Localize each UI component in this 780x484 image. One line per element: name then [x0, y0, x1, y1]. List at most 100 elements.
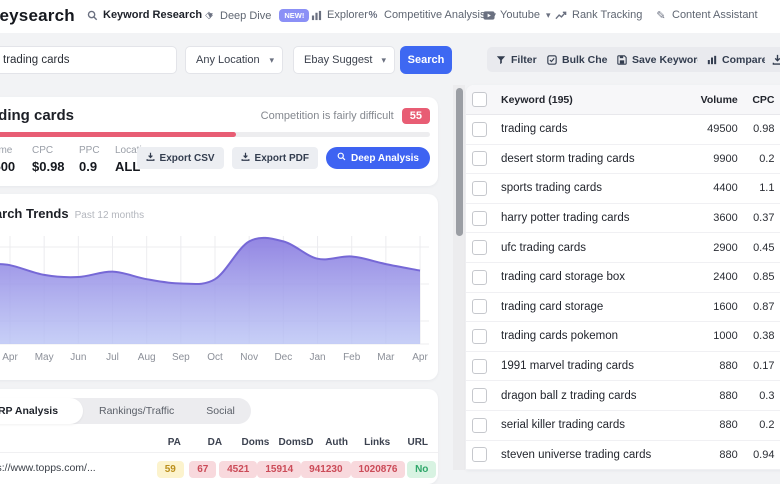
vertical-scrollbar-track[interactable]: [453, 85, 465, 470]
keyword-row[interactable]: dragon ball z trading cards8800.31: [466, 381, 780, 411]
keyword-cell-cpc: 1.1: [738, 182, 775, 194]
row-checkbox[interactable]: [472, 299, 487, 314]
keyword-cell-name: trading cards: [501, 123, 685, 135]
keyword-row[interactable]: steven universe trading cards8800.940.8: [466, 441, 780, 471]
nav-rank-tracking[interactable]: Rank Tracking: [555, 9, 642, 21]
keyword-row[interactable]: trading card storage16000.871: [466, 293, 780, 323]
keyword-row[interactable]: desert storm trading cards99000.21: [466, 145, 780, 175]
keyword-cell-name: trading cards pokemon: [501, 330, 685, 342]
metric-label-volume: Volume: [0, 145, 32, 156]
keyword-cell-name: trading card storage box: [501, 271, 685, 283]
keyword-cell-volume: 1600: [685, 301, 738, 313]
keyword-row[interactable]: sports trading cards44001.10.99: [466, 174, 780, 204]
keyword-row[interactable]: trading cards pokemon10000.381: [466, 322, 780, 352]
keyword-title: trading cards: [0, 107, 74, 124]
row-checkbox[interactable]: [472, 388, 487, 403]
keyword-cell-name: sports trading cards: [501, 182, 685, 194]
keyword-cell-volume: 2900: [685, 242, 738, 254]
keyword-search-input[interactable]: [0, 46, 177, 74]
deep-analysis-button[interactable]: Deep Analysis: [326, 147, 430, 169]
keyword-cell-name: trading card storage: [501, 301, 685, 313]
keyword-cell-ppc: 1: [774, 390, 780, 402]
keyword-row[interactable]: ufc trading cards29000.451: [466, 233, 780, 263]
download-icon: [146, 152, 155, 164]
keyword-cell-volume: 49500: [685, 123, 738, 135]
serp-col-pa: PA: [154, 437, 195, 448]
keyword-cell-cpc: 0.87: [738, 301, 775, 313]
location-select[interactable]: Any Location ▾: [185, 46, 283, 74]
search-toolbar-row: Any Location ▾ Ebay Suggest ▾ Search Fil…: [0, 33, 780, 85]
export-csv-button[interactable]: Export CSV: [137, 147, 224, 169]
row-checkbox[interactable]: [472, 211, 487, 226]
keyword-row[interactable]: serial killer trading cards8800.20.18: [466, 411, 780, 441]
keyword-cell-cpc: 0.37: [738, 212, 775, 224]
keywords-header-label: Keyword (195): [501, 94, 685, 106]
nav-explorer[interactable]: Explorer: [310, 9, 368, 21]
keywords-panel: Keyword (195) Volume CPC PPC trading car…: [466, 85, 780, 470]
row-checkbox[interactable]: [472, 447, 487, 462]
keyword-cell-cpc: 0.3: [738, 390, 775, 402]
nav-youtube[interactable]: Youtube ▾: [483, 9, 551, 21]
tab-serp-analysis[interactable]: SERP Analysis: [0, 398, 83, 424]
row-checkbox[interactable]: [472, 359, 487, 374]
serp-col-da: DA: [195, 437, 236, 448]
search-icon: [337, 152, 346, 164]
x-axis-tick-label: Apr: [412, 352, 428, 363]
suggest-source-select[interactable]: Ebay Suggest ▾: [293, 46, 395, 74]
serp-urlflag-badge: No: [407, 461, 436, 478]
export-button[interactable]: [765, 47, 780, 72]
brand-logo[interactable]: Keysearch: [0, 6, 75, 26]
search-button[interactable]: Search: [400, 46, 452, 74]
nav-deep-dive[interactable]: ◇ Deep Dive NEW!: [203, 9, 309, 22]
vertical-scrollbar-thumb[interactable]: [456, 88, 463, 236]
deep-analysis-label: Deep Analysis: [351, 153, 419, 164]
row-checkbox[interactable]: [472, 418, 487, 433]
compare-label: Compare: [722, 54, 768, 66]
keyword-row[interactable]: trading card storage box24000.851: [466, 263, 780, 293]
row-checkbox[interactable]: [472, 329, 487, 344]
keyword-cell-cpc: 0.85: [738, 271, 775, 283]
row-checkbox[interactable]: [472, 270, 487, 285]
nav-competitive-analysis[interactable]: % Competitive Analysis ▾: [367, 9, 496, 21]
keyword-row[interactable]: trading cards495000.980.9: [466, 115, 780, 145]
x-axis-tick-label: Apr: [2, 352, 18, 363]
check-square-icon: [547, 55, 557, 65]
select-all-checkbox[interactable]: [472, 92, 487, 107]
filter-button[interactable]: Filter: [487, 47, 546, 72]
keyword-cell-volume: 880: [685, 419, 738, 431]
keyword-cell-name: steven universe trading cards: [501, 449, 685, 461]
keyword-row[interactable]: 1991 marvel trading cards8800.170.96: [466, 352, 780, 382]
row-checkbox[interactable]: [472, 122, 487, 137]
serp-result-url[interactable]: https://www.topps.com/...: [0, 462, 154, 474]
serp-col-domsd: DomsD: [276, 437, 317, 448]
x-axis-tick-label: Mar: [377, 352, 395, 363]
keyword-cell-cpc: 0.38: [738, 330, 775, 342]
page: Keysearch Keyword Research ▾ ◇ Deep Dive…: [0, 0, 780, 470]
tab-social[interactable]: Social: [190, 398, 251, 424]
keyword-overview-card: trading cards Competition is fairly diff…: [0, 97, 438, 186]
nav-keyword-research[interactable]: Keyword Research ▾: [86, 9, 213, 21]
row-checkbox[interactable]: [472, 240, 487, 255]
bar-chart-icon: [707, 55, 717, 65]
nav-label: Keyword Research: [103, 9, 202, 21]
serp-result-row: https://www.topps.com/... 59 67 4521 159…: [0, 453, 438, 483]
export-csv-label: Export CSV: [160, 153, 215, 164]
metric-label-ppc: PPC: [79, 145, 115, 156]
keyword-cell-ppc: 0.96: [774, 360, 780, 372]
row-checkbox[interactable]: [472, 151, 487, 166]
export-pdf-button[interactable]: Export PDF: [232, 147, 318, 169]
competition-progress-fill: [0, 132, 236, 137]
keyword-cell-cpc: 0.45: [738, 242, 775, 254]
serp-col-links: Links: [357, 437, 398, 448]
keyword-cell-ppc: 0.18: [774, 419, 780, 431]
serp-table-header: PA DA Doms DomsD Auth Links URL: [0, 432, 438, 453]
keyword-row[interactable]: harry potter trading cards36000.371: [466, 204, 780, 234]
keyword-cell-cpc: 0.2: [738, 153, 775, 165]
video-icon: [483, 9, 495, 21]
row-checkbox[interactable]: [472, 181, 487, 196]
serp-col-doms: Doms: [235, 437, 276, 448]
nav-content-assistant[interactable]: ✎ Content Assistant: [655, 9, 758, 21]
tab-rankings-traffic[interactable]: Rankings/Traffic: [83, 398, 190, 424]
keyword-cell-cpc: 0.2: [738, 419, 775, 431]
keyword-cell-name: serial killer trading cards: [501, 419, 685, 431]
